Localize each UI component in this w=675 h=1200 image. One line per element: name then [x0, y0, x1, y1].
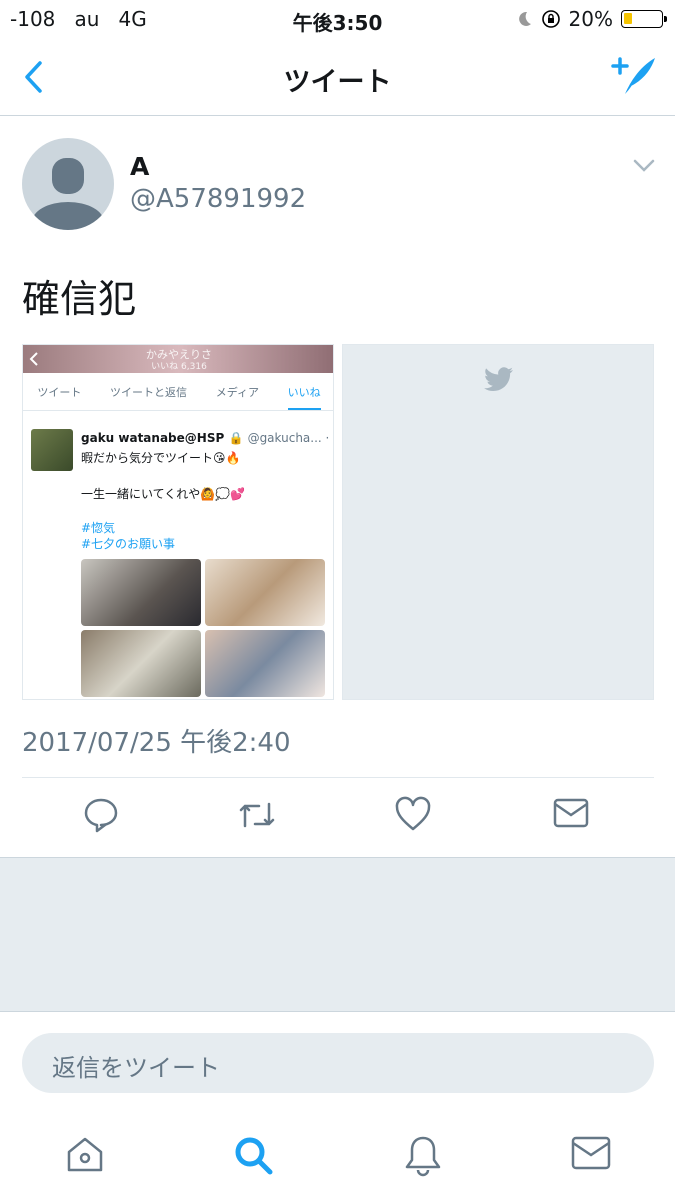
battery-icon: [621, 10, 667, 28]
tweet-timestamp: 2017/07/25 午後2:40: [22, 728, 291, 758]
reply-input[interactable]: 返信をツイート: [22, 1033, 654, 1093]
embedded-avatar: [31, 429, 73, 471]
embedded-tab: メディア: [215, 385, 259, 399]
tab-messages[interactable]: [570, 1134, 612, 1176]
tweet-menu-button[interactable]: [633, 158, 655, 177]
embedded-photo: [205, 630, 325, 697]
heart-icon: [395, 796, 431, 831]
chevron-down-icon: [633, 159, 655, 172]
embedded-tab-active: いいね: [287, 384, 321, 410]
embedded-tab: ツイートと返信: [110, 385, 188, 399]
status-icons: 20%: [515, 7, 667, 31]
default-avatar-icon: [32, 158, 104, 230]
nav-bar: ツイート: [0, 38, 675, 116]
reply-icon: [84, 798, 118, 833]
embedded-photo-grid: [81, 559, 325, 697]
embedded-photo: [81, 630, 201, 697]
tab-search[interactable]: [232, 1134, 276, 1182]
tweet-actions: [0, 796, 675, 840]
direct-message-button[interactable]: [552, 796, 590, 834]
bell-icon: [405, 1136, 441, 1177]
media-image-placeholder[interactable]: [342, 344, 654, 700]
author-name[interactable]: A: [130, 152, 149, 181]
home-icon: [67, 1137, 103, 1172]
tweet-text: 確信犯: [22, 277, 137, 321]
status-bar: -108 au 4G 午後3:50 20%: [0, 0, 675, 38]
compose-feather-icon: [611, 57, 655, 94]
embedded-banner-likes: いいね 6,316: [151, 362, 207, 372]
envelope-icon: [571, 1136, 611, 1170]
embedded-line: 暇だから気分でツイート😘🔥: [81, 451, 241, 465]
retweet-button[interactable]: [236, 796, 278, 838]
empty-replies-area: [0, 857, 675, 1012]
embedded-hashtag: #七夕のお願い事: [81, 537, 176, 551]
divider: [22, 777, 654, 778]
rotation-lock-icon: [541, 10, 560, 28]
tab-home[interactable]: [64, 1134, 106, 1180]
like-button[interactable]: [394, 796, 432, 836]
embedded-user-name: gaku watanabe@HSP: [81, 431, 225, 445]
embedded-tab: ツイート: [37, 385, 82, 399]
twitter-bird-icon: [484, 367, 513, 391]
embedded-photo: [205, 559, 325, 626]
media-image-screenshot[interactable]: かみやえりさ いいね 6,316 ツイート ツイートと返信 メディア いいね g…: [22, 344, 334, 700]
embedded-line: 一生一緒にいてくれや🙆💭💕: [81, 487, 246, 501]
reply-button[interactable]: [82, 796, 120, 838]
page-title: ツイート: [283, 67, 392, 98]
avatar[interactable]: [22, 138, 114, 230]
media-gallery: かみやえりさ いいね 6,316 ツイート ツイートと返信 メディア いいね g…: [22, 344, 654, 700]
search-icon: [235, 1137, 273, 1175]
moon-icon: [518, 11, 531, 26]
embedded-photo: [81, 559, 201, 626]
envelope-icon: [553, 798, 589, 828]
embedded-tabs: ツイート ツイートと返信 メディア いいね: [23, 373, 333, 411]
retweet-icon: [239, 802, 275, 828]
battery-percent: 20%: [568, 7, 613, 31]
embedded-user: gaku watanabe@HSP 🔒 @gakucha... · 2日: [81, 429, 333, 446]
embedded-user-meta: @gakucha... · 2日: [247, 431, 333, 445]
compose-tweet-button[interactable]: [611, 54, 657, 102]
author-handle[interactable]: @A57891992: [130, 184, 306, 214]
bottom-tab-bar: [0, 1120, 675, 1200]
embedded-hashtag: #惚気: [81, 521, 116, 535]
tab-notifications[interactable]: [402, 1134, 444, 1182]
